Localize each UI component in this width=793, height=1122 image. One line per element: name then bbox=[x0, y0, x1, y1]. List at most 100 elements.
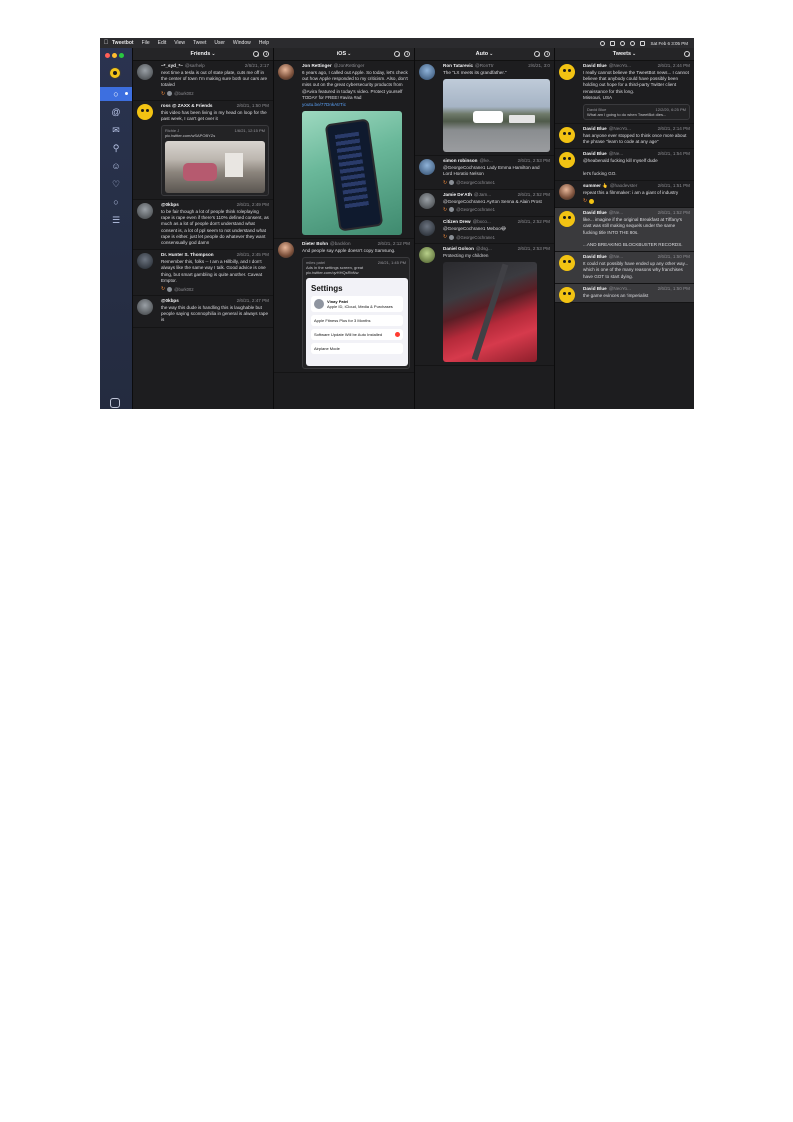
tweet-author[interactable]: @0kbps bbox=[161, 202, 179, 208]
avatar[interactable] bbox=[559, 127, 575, 144]
tweet-author[interactable]: David Blue bbox=[583, 151, 607, 157]
tweet-author[interactable]: simon robinson bbox=[443, 158, 477, 164]
messages-icon[interactable]: ✉ bbox=[104, 123, 128, 137]
tweet-image[interactable] bbox=[302, 111, 402, 236]
avatar[interactable] bbox=[137, 203, 153, 220]
compose-icon[interactable] bbox=[110, 398, 120, 408]
tweet[interactable]: David Blue @Ne... 2/6/21, 1:52 PM like... … bbox=[555, 208, 694, 253]
tweet-author[interactable]: summer 👆 bbox=[583, 183, 608, 189]
tweet[interactable]: Daniel Golson @dsg... 2/6/21, 2:53 PM Prot… bbox=[415, 244, 554, 367]
avatar[interactable] bbox=[559, 152, 575, 169]
minimize-window-button[interactable] bbox=[112, 53, 117, 58]
tweet[interactable]: summer 👆 @haodevster 2/6/21, 1:51 PM repea… bbox=[555, 181, 694, 209]
account-avatar[interactable] bbox=[109, 67, 121, 79]
search-icon[interactable]: ⚲ bbox=[104, 141, 128, 155]
retweeted-by[interactable]: @burk002 bbox=[174, 287, 193, 292]
tweet[interactable]: David Blue @Ne... 2/6/21, 1:54 PM @heabena… bbox=[555, 149, 694, 182]
tweet-author[interactable]: Jon Rettinger bbox=[302, 63, 332, 69]
tweet-author[interactable]: ross @ ZAXX & Friends bbox=[161, 103, 212, 109]
tweet-author[interactable]: Citizen Drew bbox=[443, 219, 471, 225]
tweet-author[interactable]: Daniel Golson bbox=[443, 246, 474, 252]
tweet[interactable]: simon robinson @ke... 2/6/21, 2:53 PM @Geo… bbox=[415, 156, 554, 190]
search-icon[interactable] bbox=[253, 51, 259, 57]
zoom-window-button[interactable] bbox=[119, 53, 124, 58]
avatar[interactable] bbox=[278, 64, 294, 80]
tweet-author[interactable]: David Blue bbox=[583, 254, 607, 260]
apple-icon[interactable]:  bbox=[100, 40, 112, 46]
quoted-tweet[interactable]: miles patel 2/6/21, 1:45 PM Ads in the se… bbox=[302, 257, 410, 370]
tweet[interactable]: Jamie De'Ath @Jam... 2/6/21, 2:52 PM @Geor… bbox=[415, 190, 554, 217]
tweet-author[interactable]: David Blue bbox=[583, 126, 607, 132]
avatar[interactable] bbox=[559, 286, 575, 303]
tweet[interactable]: Dr. Hunter S. Thompson 2/6/21, 2:45 PM Re… bbox=[133, 250, 273, 297]
in-reply-to[interactable]: @GeorgeCochrane1 bbox=[456, 207, 495, 212]
tweet[interactable]: David Blue @Ne... 2/6/21, 1:50 PM It could… bbox=[555, 252, 694, 284]
tweet[interactable]: Dieter Bohn @backlon 2/6/21, 2:12 PM And p… bbox=[274, 239, 414, 374]
info-icon[interactable] bbox=[263, 51, 269, 57]
tweet-author[interactable]: Dieter Bohn bbox=[302, 241, 328, 247]
column-title[interactable]: iOS bbox=[337, 51, 346, 57]
avatar[interactable] bbox=[137, 253, 153, 270]
avatar[interactable] bbox=[559, 64, 575, 80]
tweet[interactable]: David Blue @NeoYo... 2/6/21, 2:44 PM I rea… bbox=[555, 61, 694, 125]
tweet-author[interactable]: Jamie De'Ath bbox=[443, 192, 472, 198]
tweet[interactable]: ross @ ZAXX & Friends 2/6/21, 1:50 PM thi… bbox=[133, 101, 273, 201]
tweet[interactable]: @0kbps 2/6/21, 2:49 PM to be fair though … bbox=[133, 200, 273, 251]
tweet-image[interactable] bbox=[443, 79, 550, 153]
avatar[interactable] bbox=[559, 255, 575, 272]
lists-icon[interactable]: ○ bbox=[104, 195, 128, 209]
info-icon[interactable] bbox=[404, 51, 410, 57]
quoted-tweet[interactable]: Richie J 1/6/21, 12:15 PM pic.twitter.com… bbox=[161, 125, 269, 197]
info-icon[interactable] bbox=[544, 51, 550, 57]
menu-file[interactable]: File bbox=[142, 40, 150, 46]
tweet-author[interactable]: Dr. Hunter S. Thompson bbox=[161, 252, 214, 258]
menu-tweet[interactable]: Tweet bbox=[193, 40, 206, 46]
column-header[interactable]: Auto ⌄ bbox=[415, 48, 554, 61]
tweet[interactable]: Citizen Drew @bxco... 2/6/21, 2:52 PM @Geo… bbox=[415, 217, 554, 245]
tweet[interactable]: @0kbps 2/6/21, 2:47 PM the way this dude … bbox=[133, 296, 273, 328]
search-icon[interactable] bbox=[534, 51, 540, 57]
quoted-tweet[interactable]: David Blue 12/2/20, 6:25 PM What am I goi… bbox=[583, 104, 690, 121]
avatar[interactable] bbox=[137, 64, 153, 80]
profile-icon[interactable]: ☺ bbox=[104, 159, 128, 173]
menu-view[interactable]: View bbox=[174, 40, 185, 46]
chevron-down-icon[interactable]: ⌄ bbox=[632, 51, 636, 57]
column-title[interactable]: Auto bbox=[476, 51, 489, 57]
tweet-author[interactable]: Ron Tatarevic bbox=[443, 63, 473, 69]
more-icon[interactable]: ☰ bbox=[104, 213, 128, 227]
menu-window[interactable]: Window bbox=[233, 40, 251, 46]
avatar[interactable] bbox=[419, 159, 435, 176]
column-title[interactable]: Tweets bbox=[613, 51, 631, 57]
avatar[interactable] bbox=[419, 219, 435, 236]
in-reply-to[interactable]: @GeorgeCochrane1 bbox=[456, 235, 495, 240]
tweet[interactable]: David Blue @NeoYo... 2/6/21, 1:50 PM the g… bbox=[555, 283, 694, 304]
tweet[interactable]: ~*_syd_*~ @sarhelp 2/6/21, 2:17 next time … bbox=[133, 61, 273, 101]
status-icon[interactable] bbox=[610, 40, 616, 46]
control-center-icon[interactable] bbox=[630, 40, 636, 46]
avatar[interactable] bbox=[559, 184, 575, 201]
avatar[interactable] bbox=[137, 299, 153, 316]
tweet-link[interactable]: youtu.be/77DnkAtrTic bbox=[302, 102, 410, 108]
timeline-icon[interactable]: ○ bbox=[100, 87, 132, 101]
in-reply-to[interactable]: @GeorgeCochrane1 bbox=[456, 180, 495, 185]
search-icon[interactable] bbox=[684, 51, 690, 57]
search-icon[interactable] bbox=[394, 51, 400, 57]
likes-icon[interactable]: ♡ bbox=[104, 177, 128, 191]
tweet-author[interactable]: @0kbps bbox=[161, 298, 179, 304]
chevron-down-icon[interactable]: ⌄ bbox=[211, 51, 215, 57]
avatar[interactable] bbox=[559, 211, 575, 228]
wifi-icon[interactable] bbox=[620, 40, 626, 46]
menu-app-name[interactable]: Tweetbot bbox=[112, 40, 134, 46]
tweet-author[interactable]: David Blue bbox=[583, 286, 607, 292]
avatar[interactable] bbox=[278, 242, 294, 259]
avatar[interactable] bbox=[419, 64, 435, 80]
avatar[interactable] bbox=[419, 247, 435, 264]
close-window-button[interactable] bbox=[105, 53, 110, 58]
chevron-down-icon[interactable]: ⌄ bbox=[489, 51, 493, 57]
retweeted-by[interactable]: @burk002 bbox=[174, 91, 193, 96]
column-header[interactable]: Tweets ⌄ bbox=[555, 48, 694, 61]
column-header[interactable]: iOS ⌄ bbox=[274, 48, 414, 61]
menu-help[interactable]: Help bbox=[259, 40, 269, 46]
tweet-author[interactable]: ~*_syd_*~ bbox=[161, 63, 183, 69]
menu-user[interactable]: User bbox=[214, 40, 225, 46]
